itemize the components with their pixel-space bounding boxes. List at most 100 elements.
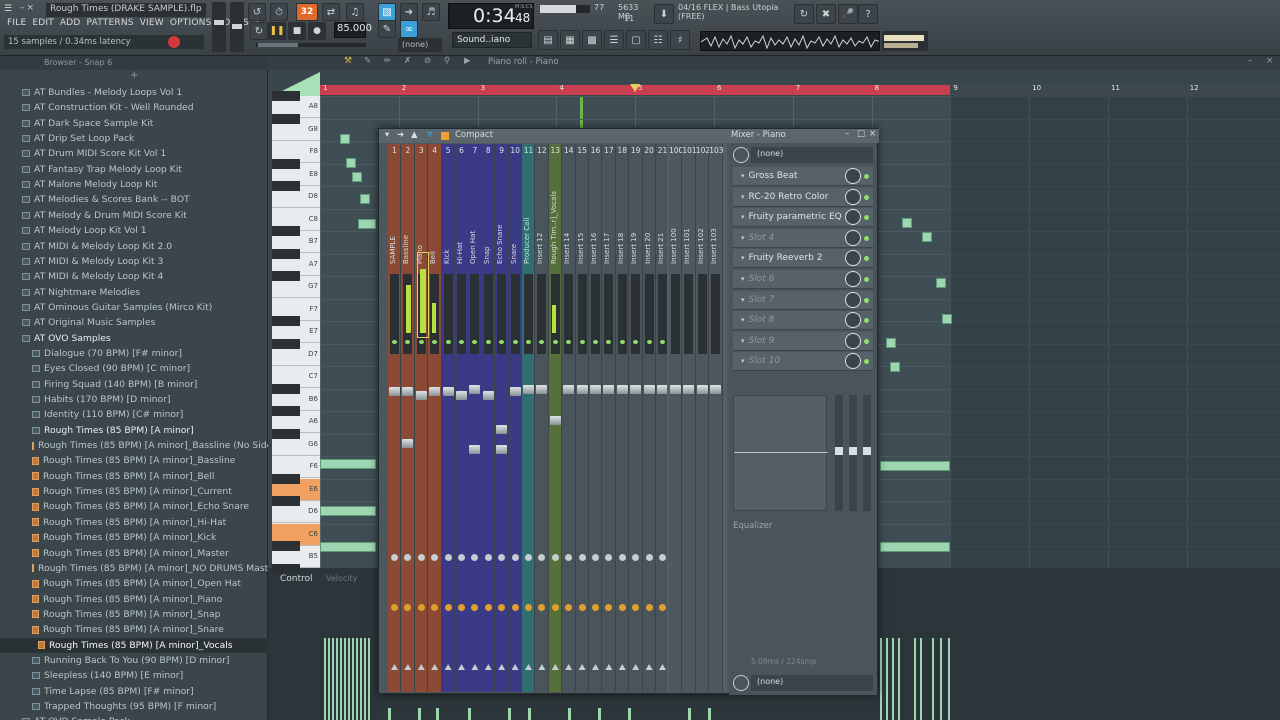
strip-led[interactable] [646,340,652,344]
fx-slot[interactable]: ▾ RC-20 Retro Color [733,187,873,207]
strip-fader[interactable] [643,385,655,394]
eq-sliders[interactable] [833,395,873,511]
piano-black-key[interactable] [272,271,300,281]
fx-slot[interactable]: ▾ Slot 6 [733,270,873,289]
send-knob-icon[interactable] [511,604,519,611]
typing-keyboard-icon[interactable]: ♬ [422,3,440,21]
browser-item[interactable]: Running Back To You (90 BPM) [D minor] [0,653,268,668]
mute-tool-icon[interactable]: ⊘ [424,56,431,66]
browser-item[interactable]: Sleepless (140 BPM) [E minor] [0,668,268,683]
strip-fader[interactable] [415,391,427,400]
route-arrow-icon[interactable] [525,664,532,670]
control-label[interactable]: Control [280,574,313,584]
mixer-strip[interactable]: 14 Insert 14 [562,144,576,692]
piano-roll-icon[interactable]: ▦ [560,30,580,50]
microphone-icon[interactable]: 🎤 [838,4,858,24]
strip-led[interactable] [579,340,585,344]
send-knob-icon[interactable] [525,604,532,611]
slot-enable-led[interactable] [864,256,869,262]
velocity-bar[interactable] [708,708,711,720]
plugin-picker-icon[interactable]: ✖ [816,4,836,24]
time-display[interactable]: 0:34 48 M:S:CS [448,3,534,29]
slot-mix-knob-icon[interactable] [845,229,861,246]
slot-menu-icon[interactable]: ▾ [741,296,745,304]
mixer-view-select[interactable]: Compact [455,130,493,140]
velocity-bar[interactable] [628,708,631,720]
master-volume-slider[interactable] [212,2,226,52]
slot-menu-icon[interactable]: ▾ [741,337,745,345]
fx-slot[interactable]: ▾ Fruity Reeverb 2 [733,249,873,269]
browser-item[interactable]: Rough Times (85 BPM) [A minor]_Echo Snar… [0,499,268,514]
refresh-icon[interactable]: ↻ [794,4,814,24]
record-button[interactable]: ● [308,22,326,40]
send-knob-icon[interactable] [578,604,586,611]
strip-fader[interactable] [590,385,601,394]
strip-fader[interactable] [563,385,575,394]
magnet-icon[interactable]: ⚒ [344,56,352,66]
route-arrow-icon[interactable] [511,664,519,670]
send-knob-icon[interactable] [484,604,492,611]
strip-led[interactable] [445,340,451,344]
browser-item[interactable]: AT Dark Space Sample Kit [0,116,268,131]
send-knob-icon[interactable] [498,604,506,611]
browser-item[interactable]: AT MIDI & Melody Loop Kit 4 [0,269,268,284]
strip-fader[interactable] [683,385,695,394]
pan-knob-icon[interactable] [431,554,439,561]
slot-mix-knob-icon[interactable] [845,168,861,184]
channel-rack-icon[interactable]: ▩ [582,30,602,50]
slot-mix-knob-icon[interactable] [845,353,861,370]
velocity-bar[interactable] [352,638,354,720]
browser-item[interactable]: Rough Times (85 BPM) [A minor]_Master [0,546,268,561]
route-arrow-icon[interactable] [551,664,559,670]
close-icon[interactable]: × [27,3,35,15]
slot-enable-led[interactable] [864,215,869,221]
velocity-bar[interactable] [332,638,334,720]
pan-knob-icon[interactable] [498,554,506,561]
mixer-strip-right[interactable]: 101 Insert 101 [682,144,697,692]
velocity-bar[interactable] [344,638,346,720]
mixer-strip[interactable]: 11 Producer Call [522,144,536,692]
browser-item[interactable]: AT MIDI & Melody Loop Kit 3 [0,254,268,269]
strip-fader[interactable] [442,387,454,396]
browser-item[interactable]: Rough Times (85 BPM) [A minor]_Vocals [0,637,268,653]
note-e7-a[interactable] [942,314,952,324]
velocity-bar[interactable] [880,638,882,720]
route-arrow-icon[interactable] [659,664,666,670]
mixer-menu-icon[interactable]: ▾ [385,130,389,140]
browser-icon[interactable]: ☷ [648,30,668,50]
velocity-bar[interactable] [368,638,370,720]
piano-black-key[interactable] [272,113,300,124]
strip-led[interactable] [459,340,464,344]
piano-black-key[interactable] [272,563,300,574]
fx-slot[interactable]: ▾ Slot 4 [733,228,873,248]
send-knob-icon[interactable] [645,604,653,611]
mixer-maximize-icon[interactable]: □ [857,129,865,139]
step-edit-icon[interactable]: ▧ [378,3,396,21]
fx-slot[interactable]: ▾ Slot 10 [733,352,873,372]
strip-fader[interactable] [696,385,708,394]
strip-led[interactable] [392,340,397,344]
menu-item-patterns[interactable]: PATTERNS [84,17,137,31]
mixer-strip[interactable]: 4 Bell [428,144,442,692]
arrow-right-icon[interactable]: ➜ [400,3,418,21]
slot-mix-knob-icon[interactable] [845,332,861,349]
eq-display[interactable] [733,395,828,511]
browser-item[interactable]: Rough Times (85 BPM) [A minor]_Hi-Hat [0,515,268,530]
strip-led[interactable] [485,340,491,344]
browser-item[interactable]: AT Original Music Samples [0,315,268,330]
browser-item[interactable]: AT Construction Kit - Well Rounded [0,100,268,115]
browser-item[interactable]: Firing Squad (140 BPM) [B minor] [0,377,268,392]
fx-slot[interactable]: ▾ Slot 9 [733,331,873,351]
note-b6-a[interactable] [922,232,932,242]
menu-icon[interactable]: ☰ [4,4,16,14]
pan-knob-icon[interactable] [525,554,532,561]
velocity-bar[interactable] [418,708,421,720]
pan-knob-icon[interactable] [605,554,613,561]
strip-fader[interactable] [402,387,414,396]
countdown-icon[interactable]: ♫ [346,3,364,21]
velocity-bar[interactable] [328,638,330,720]
slot-enable-led[interactable] [864,277,869,282]
velocity-bar[interactable] [360,638,362,720]
mixer-strip[interactable]: 19 Insert 19 [629,144,643,692]
strip-led[interactable] [418,340,424,344]
